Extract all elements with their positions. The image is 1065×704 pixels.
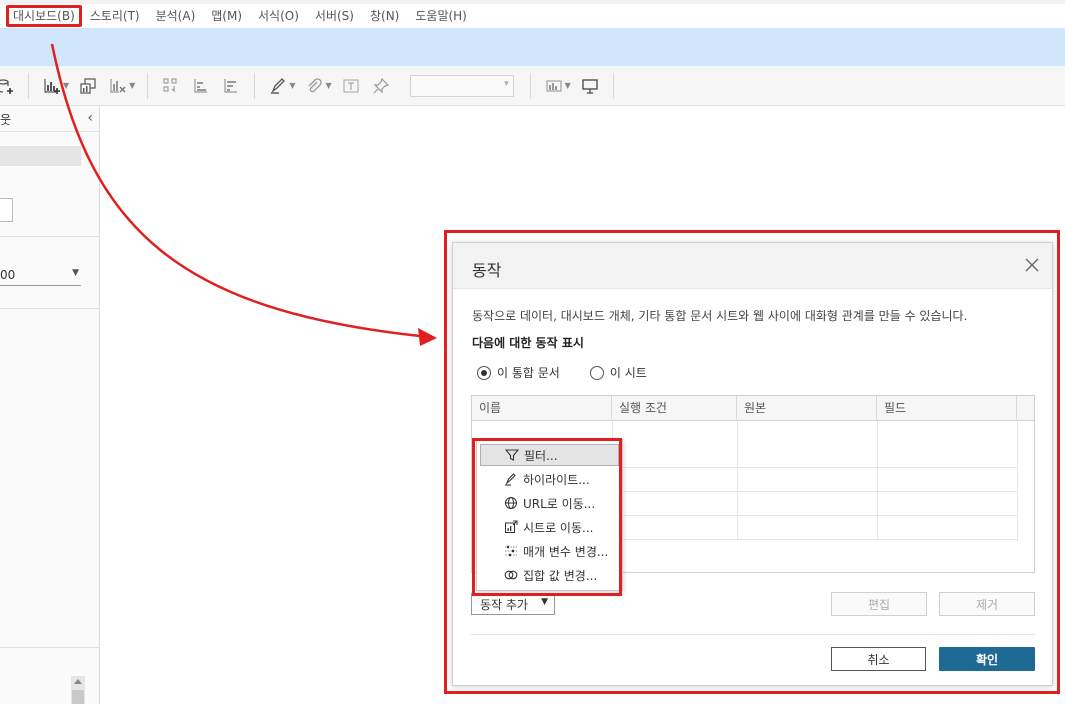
sort-descending-icon[interactable] <box>220 75 242 97</box>
menu-dashboard[interactable]: 대시보드(B) <box>6 5 82 27</box>
new-worksheet-icon[interactable] <box>41 75 63 97</box>
menu-window[interactable]: 창(N) <box>362 5 407 27</box>
divider <box>0 308 100 309</box>
chevron-down-icon[interactable]: ▼ <box>129 81 135 90</box>
toolbar-separator <box>612 72 614 99</box>
toolbar-separator <box>28 72 29 99</box>
highlight-pen-icon[interactable] <box>267 75 289 97</box>
scrollbar[interactable] <box>71 676 85 704</box>
presentation-icon[interactable] <box>579 75 601 97</box>
new-datasource-icon[interactable] <box>0 75 16 97</box>
menu-format[interactable]: 서식(O) <box>250 5 307 27</box>
chevron-down-icon[interactable]: ▼ <box>565 81 571 90</box>
left-panel-header: 웃 ‹ <box>0 106 99 132</box>
left-panel: 웃 ‹ 00 ▼ <box>0 106 100 704</box>
clear-sheet-icon[interactable] <box>107 75 129 97</box>
menu-map[interactable]: 맵(M) <box>203 5 250 27</box>
menu-bar: 대시보드(B) 스토리(T) 분석(A) 맵(M) 서식(O) 서버(S) 창(… <box>0 0 1065 28</box>
left-panel-dropdown[interactable]: 00 ▼ <box>0 266 81 286</box>
left-panel-input[interactable] <box>0 198 13 222</box>
chevron-left-icon[interactable]: ‹ <box>87 110 93 126</box>
pin-icon[interactable] <box>370 75 392 97</box>
divider <box>0 236 100 237</box>
toolbar: ▼ ▼ ▼ ▼ ▼ <box>0 66 1065 106</box>
left-panel-title: 웃 <box>0 113 12 127</box>
menu-server[interactable]: 서버(S) <box>307 5 362 27</box>
chevron-down-icon: ▼ <box>72 268 79 278</box>
blue-band <box>0 28 1065 66</box>
duplicate-sheet-icon[interactable] <box>77 75 99 97</box>
annotation-menu-box <box>472 438 622 596</box>
menu-analysis[interactable]: 분석(A) <box>148 5 204 27</box>
text-box-icon[interactable] <box>340 75 362 97</box>
attach-icon[interactable] <box>303 75 325 97</box>
chevron-down-icon[interactable]: ▼ <box>63 81 69 90</box>
show-me-icon[interactable] <box>543 75 565 97</box>
menu-story[interactable]: 스토리(T) <box>82 5 148 27</box>
toolbar-separator <box>529 72 531 99</box>
toolbar-separator <box>254 72 256 99</box>
toolbar-separator <box>147 72 149 99</box>
menu-help[interactable]: 도움말(H) <box>407 5 475 27</box>
left-panel-bar[interactable] <box>0 146 81 166</box>
left-panel-dropdown-value: 00 <box>0 268 16 282</box>
chevron-down-icon[interactable]: ▼ <box>325 81 331 90</box>
divider <box>0 647 100 648</box>
sort-ascending-icon[interactable] <box>190 75 212 97</box>
swap-icon[interactable] <box>160 75 182 97</box>
toolbar-dropdown[interactable] <box>409 74 514 97</box>
chevron-down-icon[interactable]: ▼ <box>289 81 295 90</box>
